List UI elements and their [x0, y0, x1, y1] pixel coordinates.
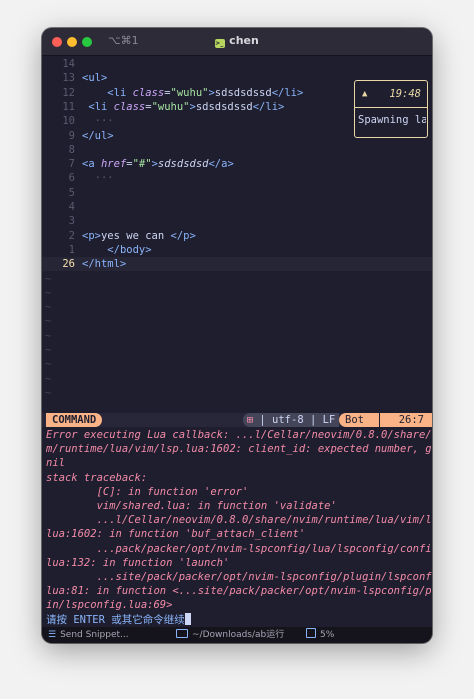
- line-code: </body>: [107, 243, 152, 256]
- line-code: </html>: [82, 258, 127, 271]
- editor-line[interactable]: 5: [42, 186, 432, 200]
- line-number: 9: [68, 129, 75, 142]
- tilde-marker: ~: [45, 358, 52, 371]
- terminal-icon: >_: [215, 39, 226, 48]
- line-number: 3: [68, 215, 75, 228]
- title-bar: ⌥⌘1 >_ chen: [42, 28, 432, 56]
- battery-percent: 5%: [320, 630, 335, 640]
- window-title: >_ chen: [42, 34, 432, 48]
- line-number: 7: [68, 158, 75, 171]
- text-cursor: [184, 612, 191, 625]
- line-code: <p>yes we can </p>: [82, 229, 196, 242]
- terminal-bottom-bar: ☰ Send Snippet... ~/Downloads/ab运行 5%: [42, 627, 432, 643]
- list-icon: ☰: [48, 630, 57, 640]
- line-number: 14: [62, 58, 75, 70]
- error-message-line: ...site/pack/packer/opt/nvim-lspconfig/p…: [46, 571, 432, 583]
- warning-icon: ▲: [362, 89, 368, 99]
- folder-icon: [176, 629, 188, 638]
- tilde-marker: ~: [45, 315, 52, 328]
- cursor-position: Bot 26:7: [339, 413, 432, 427]
- tilde-marker: ~: [45, 386, 52, 399]
- scroll-position: Bot: [345, 414, 364, 426]
- line-number: 11: [62, 100, 75, 113]
- send-snippet-label: Send Snippet...: [60, 630, 129, 640]
- window-title-text: chen: [229, 34, 259, 47]
- directory-path: ~/Downloads/ab运行: [192, 630, 285, 640]
- position-divider: [379, 413, 380, 427]
- tilde-marker: ~: [45, 329, 52, 342]
- line-number: 6: [68, 172, 75, 185]
- tilde-marker: ~: [45, 344, 52, 356]
- error-message-line: lua:81: in function <...site/pack/packer…: [46, 585, 432, 598]
- file-info: ⊞ | utf-8 | LF: [243, 413, 339, 427]
- error-message-line: in/lspconfig.lua:69>: [46, 599, 173, 612]
- filetype-icon: ⊞: [246, 414, 254, 426]
- line-code: </ul>: [82, 129, 114, 142]
- editor-line[interactable]: 8: [42, 143, 432, 157]
- line-code: <ul>: [82, 72, 108, 85]
- error-message-line: [C]: in function 'error': [46, 485, 249, 498]
- error-message-line: m/runtime/lua/vim/lsp.lua:1602: client_i…: [46, 443, 432, 456]
- error-message-line: lua:1602: in function 'buf_attach_client…: [46, 528, 306, 541]
- error-message-line: stack traceback:: [46, 471, 148, 484]
- battery-icon: [306, 628, 316, 638]
- error-message-line: lua:132: in function 'launch': [46, 556, 230, 569]
- error-message-line: Error executing Lua callback: ...l/Cella…: [46, 429, 432, 441]
- mode-indicator: COMMAND: [46, 413, 103, 427]
- message-area: Error executing Lua callback: ...l/Cella…: [42, 428, 432, 627]
- editor-line[interactable]: 2 <p>yes we can </p>: [42, 229, 432, 243]
- terminal-window: ⌥⌘1 >_ chen 14 13 <ul> 12 <li class="wuhu">s…: [42, 28, 432, 643]
- editor-line[interactable]: 1 </body>: [42, 243, 432, 257]
- notification-popup: ▲ 19:48 Spawning la: [354, 80, 428, 138]
- current-directory[interactable]: ~/Downloads/ab运行: [176, 627, 284, 643]
- line-number: 13: [62, 72, 75, 85]
- notification-message: Spawning la: [358, 114, 426, 126]
- line-number: 1: [68, 243, 75, 256]
- line-number: 26: [62, 258, 75, 271]
- line-number: 2: [68, 229, 75, 242]
- editor-line[interactable]: 4: [42, 200, 432, 214]
- notification-divider: [355, 107, 427, 108]
- line-code: <a href="#">sdsdsdsd</a>: [82, 158, 234, 171]
- tilde-marker: ~: [45, 272, 52, 285]
- line-code: ···: [82, 115, 114, 128]
- encoding-info: | utf-8 | LF: [259, 414, 336, 426]
- editor-line[interactable]: 26 </html>: [42, 257, 432, 272]
- line-code: <li class="wuhu">sdsdsdssd</li>: [107, 86, 304, 99]
- send-snippet-button[interactable]: ☰ Send Snippet...: [48, 627, 129, 643]
- error-message-line: ...l/Cellar/neovim/0.8.0/share/nvim/runt…: [46, 514, 432, 527]
- line-column: 26:7: [398, 414, 424, 426]
- line-number: 10: [62, 115, 75, 128]
- line-number: 5: [68, 186, 75, 199]
- error-message-line: nil: [46, 457, 65, 470]
- error-message-line: vim/shared.lua: in function 'validate': [46, 500, 337, 512]
- editor-line[interactable]: 7 <a href="#">sdsdsdsd</a>: [42, 157, 432, 171]
- editor-line[interactable]: 14: [42, 57, 432, 71]
- status-line: COMMAND ⊞ | utf-8 | LF Bot 26:7: [42, 413, 432, 427]
- battery-status: 5%: [306, 627, 334, 643]
- line-number: 8: [68, 143, 75, 156]
- tilde-marker: ~: [45, 301, 52, 314]
- notification-time: 19:48: [389, 88, 421, 100]
- continue-prompt: 请按 ENTER 或其它命令继续: [46, 612, 191, 627]
- tilde-marker: ~: [45, 372, 52, 385]
- editor-line[interactable]: 3: [42, 214, 432, 228]
- line-code: ···: [82, 172, 114, 185]
- line-code: <li class="wuhu">sdsdsdssd</li>: [88, 100, 285, 113]
- error-message-line: ...pack/packer/opt/nvim-lspconfig/lua/ls…: [46, 542, 432, 555]
- line-number: 4: [68, 201, 75, 213]
- tilde-marker: ~: [45, 286, 52, 299]
- editor-line[interactable]: 6 ···: [42, 171, 432, 185]
- line-number: 12: [62, 86, 75, 99]
